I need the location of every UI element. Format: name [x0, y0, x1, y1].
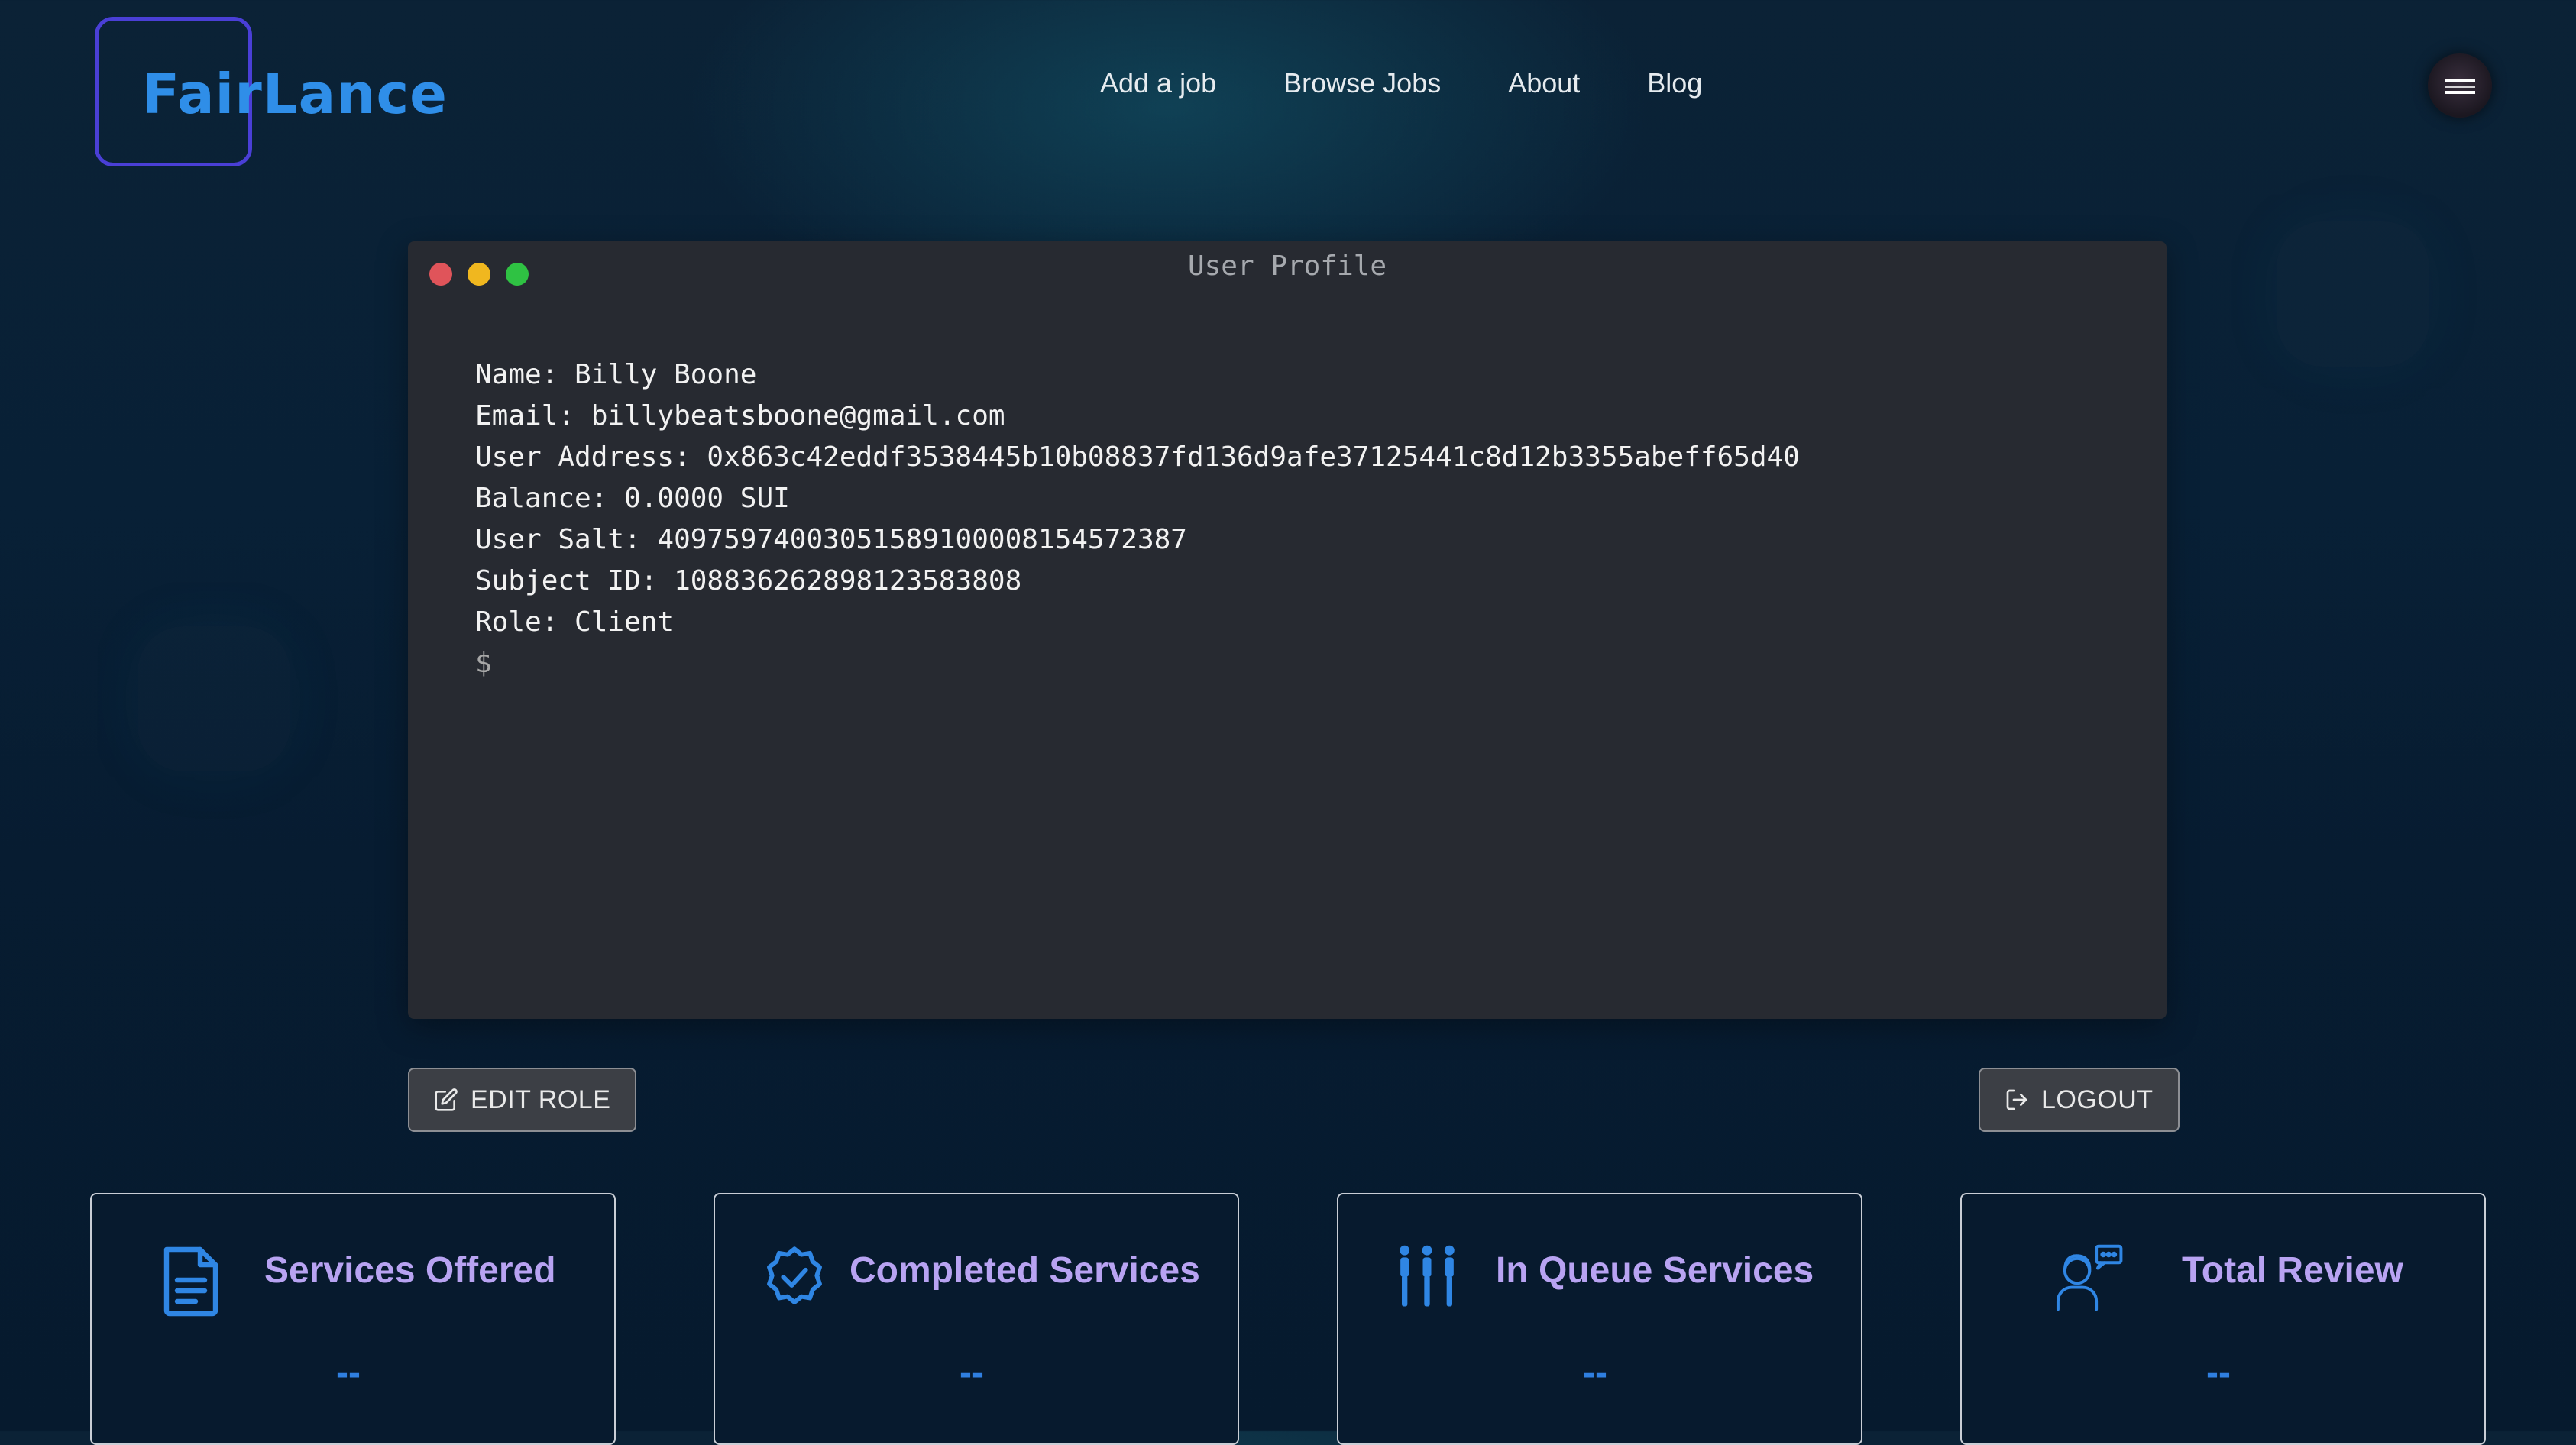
terminal-prompt[interactable]: $ — [475, 643, 1800, 684]
avatar[interactable] — [2428, 53, 2492, 118]
total-review-title: Total Review — [2182, 1250, 2403, 1291]
stat-card-total-review — [1960, 1193, 2486, 1445]
terminal-output: Name: Billy Boone Email: billybeatsboone@… — [475, 354, 1800, 684]
edit-role-button[interactable]: EDIT ROLE — [408, 1068, 637, 1132]
brand-logo[interactable]: FairLance — [142, 60, 448, 128]
services-offered-title: Services Offered — [264, 1250, 556, 1291]
in-queue-services-value: -- — [1583, 1353, 1607, 1393]
document-icon — [157, 1243, 225, 1321]
edit-role-label: EDIT ROLE — [471, 1085, 611, 1114]
stat-card-completed-services — [714, 1193, 1239, 1445]
logout-button[interactable]: LOGOUT — [1979, 1068, 2180, 1132]
logout-icon — [2005, 1088, 2029, 1112]
review-person-icon — [2044, 1243, 2124, 1316]
completed-services-title: Completed Services — [849, 1250, 1200, 1291]
profile-email-line: Email: billybeatsboone@gmail.com — [475, 400, 1005, 432]
logout-label: LOGOUT — [2041, 1085, 2154, 1114]
completed-services-value: -- — [960, 1353, 984, 1393]
background-decoration — [2277, 221, 2429, 367]
terminal-title: User Profile — [1187, 251, 1387, 282]
nav-blog[interactable]: Blog — [1647, 67, 1702, 99]
main-nav: Add a job Browse Jobs About Blog — [1100, 67, 1702, 99]
avatar-image-detail — [2445, 86, 2475, 88]
profile-role-line: Role: Client — [475, 606, 675, 638]
verified-badge-icon — [761, 1243, 828, 1314]
services-offered-value: -- — [336, 1353, 361, 1393]
avatar-image-detail — [2445, 79, 2475, 82]
background-decoration — [138, 626, 290, 771]
edit-icon — [434, 1088, 458, 1112]
total-review-value: -- — [2206, 1353, 2231, 1393]
people-queue-icon — [1393, 1243, 1461, 1314]
profile-salt-line: User Salt: 40975974003051589100008154572… — [475, 524, 1187, 555]
profile-address-line: User Address: 0x863c42eddf3538445b10b088… — [475, 441, 1800, 473]
profile-balance-line: Balance: 0.0000 SUI — [475, 483, 790, 514]
nav-about[interactable]: About — [1508, 67, 1580, 99]
avatar-image-detail — [2445, 91, 2475, 94]
profile-subject-line: Subject ID: 108836262898123583808 — [475, 565, 1022, 596]
in-queue-services-title: In Queue Services — [1496, 1250, 1814, 1291]
nav-add-job[interactable]: Add a job — [1100, 67, 1216, 99]
stat-card-in-queue-services — [1337, 1193, 1862, 1445]
nav-browse-jobs[interactable]: Browse Jobs — [1283, 67, 1441, 99]
profile-name-line: Name: Billy Boone — [475, 359, 757, 390]
